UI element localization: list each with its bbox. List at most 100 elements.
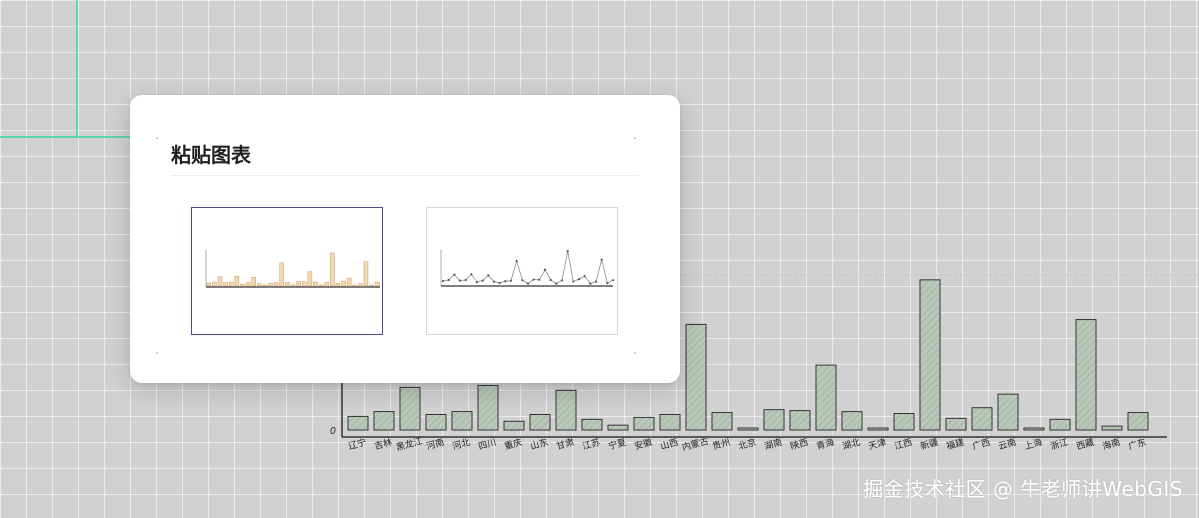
bar — [581, 418, 603, 431]
x-tick-label: 吉林 — [373, 436, 393, 451]
bar — [971, 407, 993, 431]
bar — [1075, 319, 1097, 431]
line-chart-option[interactable] — [426, 207, 618, 335]
bar-chart-thumbnail — [205, 250, 380, 288]
thumb-point — [532, 278, 535, 281]
thumb-bar — [290, 284, 296, 287]
bar — [633, 416, 655, 431]
dialog-title: 粘贴图表 — [171, 143, 251, 167]
thumb-bar — [268, 282, 273, 287]
thumb-bar — [240, 283, 245, 287]
bar — [503, 420, 525, 431]
thumb-line-series — [442, 251, 614, 285]
bar — [347, 415, 369, 431]
bar — [555, 389, 577, 431]
x-tick-label: 福建 — [945, 436, 965, 451]
bar — [685, 323, 707, 431]
thumb-bar — [285, 281, 290, 287]
x-tick-label: 山西 — [659, 437, 679, 451]
bar — [1023, 427, 1045, 431]
bar — [997, 393, 1019, 431]
thumb-bar — [234, 275, 240, 287]
thumb-bar — [346, 277, 352, 287]
x-tick-label: 广西 — [971, 436, 991, 451]
thumb-bar — [279, 262, 285, 287]
x-tick-label: 甘肃 — [555, 436, 575, 451]
corner-dot — [634, 137, 636, 139]
thumb-point — [594, 280, 598, 283]
thumb-bar — [358, 283, 363, 287]
thumb-point — [543, 268, 547, 271]
thumb-bar — [341, 280, 346, 287]
thumb-bar — [296, 281, 301, 287]
thumb-point — [538, 278, 541, 281]
thumb-bar — [245, 282, 251, 287]
bar-chart-option[interactable] — [191, 207, 383, 335]
thumb-bar — [330, 252, 335, 287]
bar — [425, 414, 447, 431]
thumb-point — [600, 258, 603, 261]
bar — [1101, 425, 1123, 431]
x-tick-label: 辽宁 — [347, 436, 367, 451]
thumb-point — [566, 249, 569, 253]
title-divider — [171, 175, 639, 176]
bar — [867, 427, 889, 431]
x-tick-label: 山东 — [529, 436, 549, 451]
corner-dot — [156, 137, 158, 139]
bar — [477, 384, 499, 431]
bar — [1127, 412, 1149, 431]
thumb-point — [549, 278, 552, 282]
x-tick-label: 湖南 — [763, 436, 783, 451]
bar — [893, 413, 915, 431]
bar — [789, 410, 811, 431]
x-tick-label: 贵州 — [711, 436, 731, 451]
thumb-point — [504, 280, 507, 283]
thumb-point — [572, 280, 575, 283]
x-tick-label: 北京 — [737, 436, 757, 451]
x-tick-label: 浙江 — [1049, 436, 1069, 451]
x-tick-label: 湖北 — [841, 437, 861, 451]
thumb-point — [521, 279, 524, 282]
thumb-point — [441, 279, 445, 283]
thumb-bar — [318, 284, 324, 287]
thumb-bar — [212, 281, 217, 287]
thumb-bar — [363, 261, 369, 287]
thumb-point — [509, 279, 513, 282]
thumb-bar — [301, 281, 307, 287]
thumb-bar — [262, 284, 268, 287]
thumb-point — [492, 280, 496, 283]
x-tick-label: 海南 — [1101, 436, 1121, 451]
thumb-point — [577, 278, 581, 281]
corner-dot — [156, 352, 158, 354]
thumb-bar — [374, 281, 380, 287]
x-tick-label: 上海 — [1023, 436, 1043, 451]
bar — [373, 411, 395, 431]
thumb-point — [611, 279, 615, 282]
thumb-bar — [307, 271, 313, 287]
thumb-point — [589, 282, 592, 285]
x-tick-label: 重庆 — [503, 436, 523, 451]
thumb-point — [515, 259, 518, 262]
line-chart-thumbnail — [440, 249, 615, 287]
watermark: 掘金技术社区 @ 牛老师讲WebGIS — [863, 477, 1183, 501]
corner-dot — [634, 352, 636, 354]
thumb-bar — [335, 283, 341, 287]
x-tick-label: 西藏 — [1075, 436, 1095, 451]
bar — [451, 411, 473, 431]
thumb-point — [487, 274, 490, 277]
x-tick-label: 天津 — [867, 437, 887, 451]
bar — [737, 427, 759, 431]
thumb-bar — [324, 282, 329, 287]
x-tick-label: 四川 — [477, 437, 497, 451]
x-tick-label: 陕西 — [789, 436, 809, 451]
x-tick-label: 河北 — [451, 436, 471, 451]
x-tick-label: 安徽 — [633, 436, 653, 451]
bar — [711, 412, 733, 431]
bar — [659, 414, 681, 431]
x-tick-label: 云南 — [997, 436, 1017, 451]
thumb-bar — [217, 276, 223, 287]
thumb-bar — [251, 277, 256, 287]
bar — [607, 424, 629, 431]
bar — [529, 414, 551, 431]
bar — [841, 411, 863, 431]
